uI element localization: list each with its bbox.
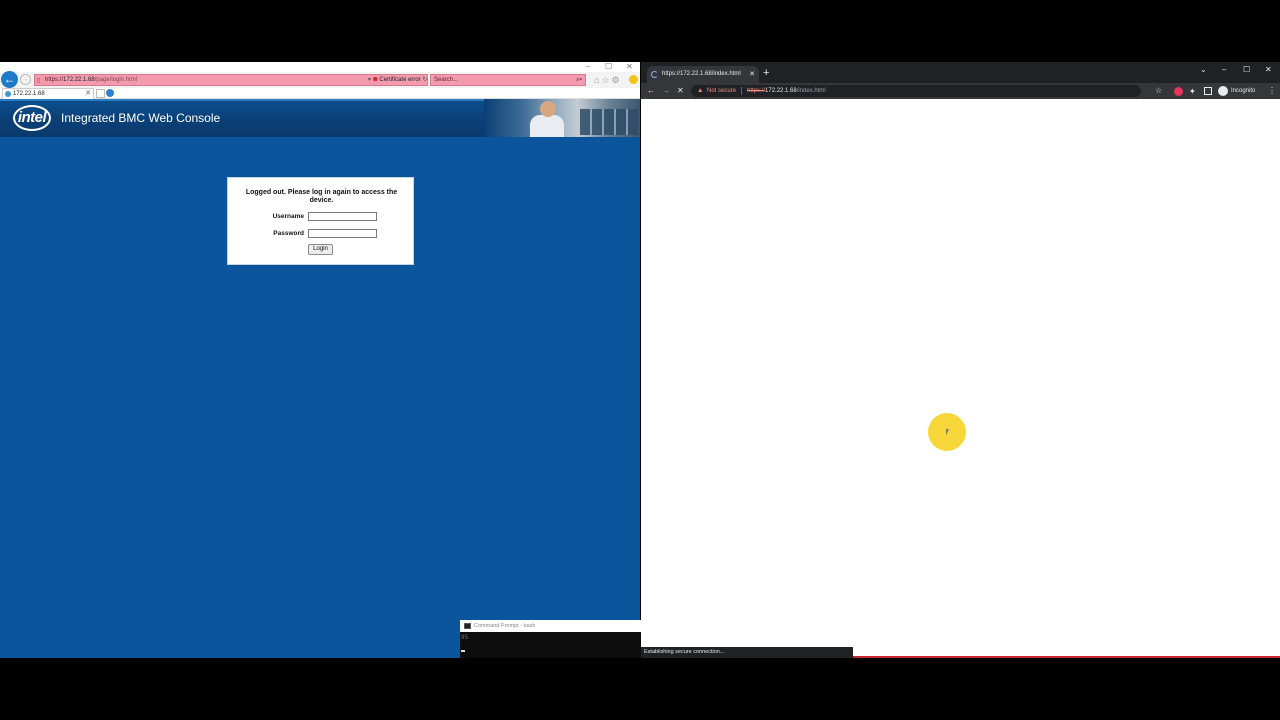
intel-logo: intel [13,105,51,131]
forward-arrow-icon[interactable]: → [662,84,670,98]
url-scheme: https:// [45,77,64,83]
tab-close-icon[interactable]: ✕ [85,89,91,99]
tab-search-chevron-icon[interactable]: ⌄ [1200,65,1207,75]
username-input[interactable] [308,212,377,221]
username-label: Username [272,213,304,220]
minimize-icon[interactable]: – [1222,65,1226,75]
chrome-tab-strip: https://172.22.1.68/index.html ✕ + ⌄ – ☐… [641,62,1280,83]
ie-browser-window: – ☐ ✕ ← → ▯ https://172.22.1.68/page/log… [0,62,640,658]
ie-tab-title: 172.22.1.68 [13,91,45,97]
desktop-screen: – ☐ ✕ ← → ▯ https://172.22.1.68/page/log… [0,0,1280,720]
back-arrow-icon[interactable]: ← [647,84,655,98]
url-host: 172.22.1.68 [765,88,797,94]
logout-message: Logged out. Please log in again to acces… [245,189,398,204]
chrome-url-text: https://172.22.1.68/index.html [747,85,826,97]
gear-icon[interactable]: ⚙ [612,75,622,85]
ie-tab[interactable]: 172.22.1.68 ✕ [2,88,94,99]
terminal-cursor [461,650,465,652]
url-path: /page/login.html [94,77,138,83]
maximize-icon[interactable]: ☐ [605,62,612,72]
forward-arrow-icon[interactable]: → [20,74,31,85]
chrome-omnibox[interactable]: ▲ Not secure https://172.22.1.68/index.h… [691,85,1141,97]
dropdown-icon[interactable]: ▾ [368,77,371,83]
app-title: Integrated BMC Web Console [61,111,221,125]
banner-photo-monitors [580,109,638,135]
refresh-icon[interactable]: ↻ [422,77,427,83]
ie-toolbar-icons: ⌂☆⚙ [594,74,622,86]
terminal-output-line: 95 [461,634,469,641]
new-tab-button[interactable] [96,89,105,98]
command-prompt-title: Command Prompt - bash [474,623,536,629]
minimize-icon[interactable]: – [586,62,590,72]
tab-favicon-icon [5,91,11,97]
not-secure-label[interactable]: Not secure [707,85,736,97]
close-icon[interactable]: ✕ [1265,65,1272,75]
edge-icon[interactable] [106,89,114,97]
command-prompt-titlebar[interactable]: Command Prompt - bash [460,620,641,632]
ie-search-box[interactable]: Search... ⌕▾ [430,74,586,86]
back-arrow-icon[interactable]: ← [1,71,18,88]
banner-photo-person-head [540,101,556,117]
url-host: 172.22.1.68 [63,77,95,83]
chrome-page-content [641,99,1280,658]
side-panel-icon[interactable] [1204,87,1212,95]
login-panel: Logged out. Please log in again to acces… [227,177,414,265]
more-menu-icon[interactable]: ⋮ [1268,84,1276,98]
password-label: Password [273,230,304,237]
incognito-label[interactable]: Incognito [1231,85,1255,97]
warning-triangle-icon[interactable]: ▲ [697,85,703,97]
search-placeholder: Search... [434,77,459,83]
banner-photo-person-body [530,115,564,137]
chrome-browser-window: https://172.22.1.68/index.html ✕ + ⌄ – ☐… [641,62,1280,658]
chrome-tab-title: https://172.22.1.68/index.html [662,71,741,77]
tab-close-icon[interactable]: ✕ [749,66,755,83]
chrome-status-bubble: Establishing secure connection... [641,647,853,658]
certificate-error-label: Certificate error [379,77,421,83]
command-prompt-window[interactable]: Command Prompt - bash 95 [460,620,641,658]
extensions-puzzle-icon[interactable]: ✦ [1189,86,1196,98]
taskbar-edge-line [853,656,1280,658]
close-icon[interactable]: ✕ [626,62,633,72]
omnibox-separator [741,87,742,95]
password-input[interactable] [308,229,377,238]
certificate-error-indicator[interactable]: ▾ ⊗ Certificate error ↻ [368,74,428,86]
login-button[interactable]: Login [308,244,333,255]
ie-titlebar: – ☐ ✕ [0,62,640,72]
maximize-icon[interactable]: ☐ [1243,65,1250,75]
new-tab-plus-icon[interactable]: + [763,67,769,79]
incognito-icon[interactable] [1218,86,1228,96]
extension-badge-icon[interactable] [1174,87,1183,96]
certificate-error-icon: ⊗ [372,77,378,83]
banner-photo [484,99,640,137]
bookmark-star-icon[interactable]: ☆ [1155,84,1162,98]
ie-tab-bar: 172.22.1.68 ✕ [0,88,640,99]
stop-loading-icon[interactable]: ✕ [677,84,684,98]
url-path: /index.html [796,88,826,94]
mouse-pointer-icon [946,429,949,435]
url-scheme: https:// [747,88,766,94]
feedback-smiley-icon[interactable] [629,75,638,84]
loading-spinner-icon [651,71,658,78]
search-icon[interactable]: ⌕▾ [576,75,582,85]
chrome-tab[interactable]: https://172.22.1.68/index.html ✕ [647,66,759,83]
terminal-icon [464,623,471,629]
favorites-star-icon[interactable]: ☆ [601,75,611,85]
page-icon: ▯ [37,78,41,84]
